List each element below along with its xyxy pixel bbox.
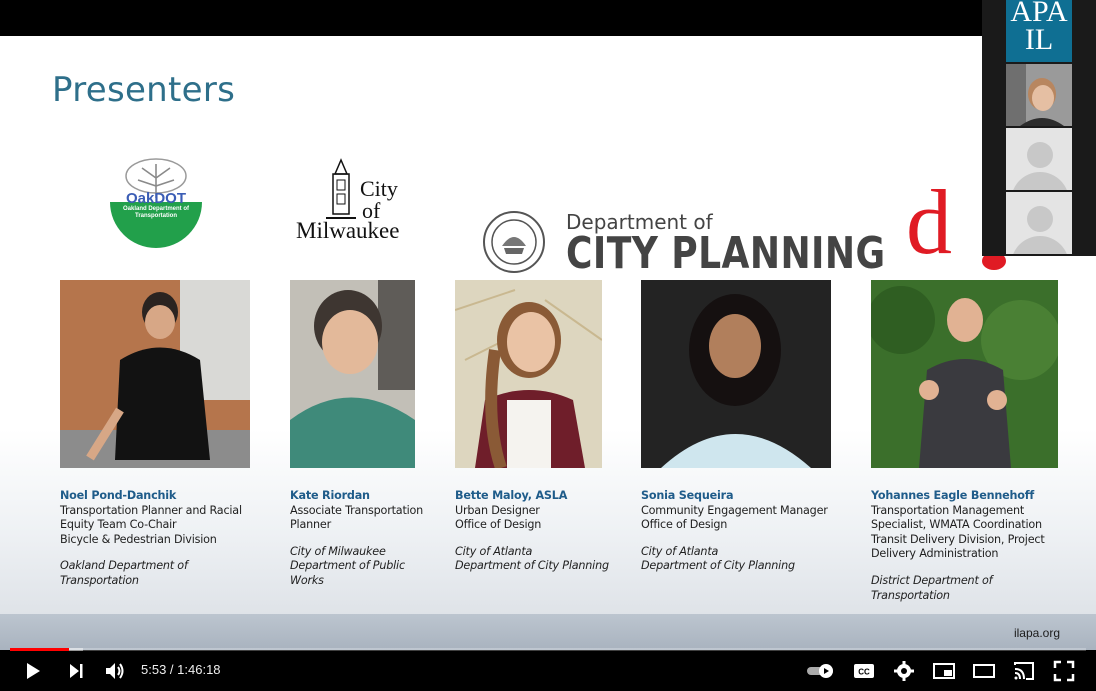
presenter-name: Sonia Sequeira	[641, 489, 734, 502]
presenter-title-line: Urban Designer	[455, 503, 540, 517]
presenter-title-line: Community Engagement Manager	[641, 503, 828, 517]
video-player[interactable]: Presenters OakDOT Oakland Department of …	[0, 0, 1096, 691]
presenter-org-line: Works	[290, 573, 324, 587]
cast-button[interactable]	[1010, 657, 1038, 685]
presenter-org-line: Oakland Department of	[60, 559, 188, 573]
fullscreen-button[interactable]	[1050, 657, 1078, 685]
autoplay-toggle-icon	[807, 664, 833, 678]
oakdot-name: OakDOT	[125, 190, 186, 207]
presenter-title-line: Delivery Administration	[871, 547, 999, 561]
presenter-bio-3: Bette Maloy, ASLA Urban Designer Office …	[455, 489, 625, 574]
presenter-name: Bette Maloy, ASLA	[455, 489, 568, 502]
oakdot-logo: OakDOT Oakland Department of Transportat…	[110, 156, 202, 248]
milwaukee-name-text: Milwaukee	[296, 218, 400, 243]
presenter-title-line: Transportation Planner and Racial	[60, 503, 242, 517]
presenter-org-line: City of Milwaukee	[290, 544, 386, 558]
presenter-name: Kate Riordan	[290, 489, 370, 502]
theater-button[interactable]	[970, 657, 998, 685]
presenter-bio-4: Sonia Sequeira Community Engagement Mana…	[641, 489, 841, 574]
duration: 1:46:18	[177, 662, 221, 677]
volume-button[interactable]	[101, 657, 129, 685]
gear-icon	[894, 661, 914, 681]
time-display: 5:53 / 1:46:18	[141, 662, 221, 677]
presenter-title-line: Associate Transportation	[290, 503, 424, 517]
presenter-title-line: Bicycle & Pedestrian Division	[60, 532, 217, 546]
presenter-photo-2	[290, 280, 415, 468]
presenter-name: Yohannes Eagle Bennehoff	[871, 489, 1035, 502]
current-time: 5:53	[141, 662, 167, 677]
presenter-title-line: Planner	[290, 518, 331, 532]
presentation-slide: Presenters OakDOT Oakland Department of …	[0, 36, 1096, 614]
captions-button[interactable]: CC	[850, 657, 878, 685]
presenter-org-line: City of Atlanta	[455, 544, 533, 558]
miniplayer-icon	[933, 663, 955, 679]
volume-icon	[106, 663, 124, 679]
play-icon	[27, 663, 40, 679]
settings-button[interactable]	[890, 657, 918, 685]
presenter-bio-2: Kate Riordan Associate Transportation Pl…	[290, 489, 430, 589]
slide-title: Presenters	[52, 70, 236, 110]
presenter-org-line: Transportation	[871, 588, 950, 602]
next-icon	[70, 664, 83, 678]
presenter-org-line: Department of City Planning	[455, 559, 609, 573]
oakdot-subtitle: Oakland Department of Transportation	[122, 206, 189, 219]
participant-camera-tile	[1006, 64, 1072, 126]
player-controls: 5:53 / 1:46:18 CC	[0, 651, 1096, 691]
dcp-city-planning-text: CITY PLANNING	[566, 228, 886, 279]
cast-icon	[1014, 662, 1034, 680]
presenter-photo-5	[871, 280, 1058, 468]
slide-footer: ilapa.org	[0, 614, 1096, 650]
presenter-bio-5: Yohannes Eagle Bennehoff Transportation …	[871, 489, 1071, 603]
presenter-title-line: Office of Design	[641, 518, 728, 532]
presenter-org-line: Department of City Planning	[641, 559, 795, 573]
participant-placeholder-tile	[1006, 192, 1072, 254]
presenter-org-line: District Department of	[871, 573, 993, 587]
next-button[interactable]	[62, 657, 90, 685]
ddot-letter: d	[906, 171, 952, 273]
play-button[interactable]	[18, 657, 46, 685]
participants-panel: APA IL	[982, 0, 1096, 256]
atlanta-seal-icon	[483, 211, 545, 273]
city-hall-icon	[326, 158, 356, 219]
fullscreen-icon	[1053, 660, 1075, 682]
apa-logo-bottom: IL	[1024, 23, 1054, 56]
presenter-title-line: Equity Team Co-Chair	[60, 518, 177, 532]
presenter-name: Noel Pond-Danchik	[60, 489, 177, 502]
miniplayer-button[interactable]	[930, 657, 958, 685]
user-avatar-icon	[1027, 206, 1053, 232]
presenter-photo-4	[641, 280, 831, 468]
participant-placeholder-tile	[1006, 128, 1072, 190]
presenter-title-line: Transportation Management	[871, 503, 1025, 517]
captions-icon: CC	[854, 664, 874, 678]
milwaukee-logo: City of Milwaukee	[296, 158, 408, 243]
presenter-photo-1	[60, 280, 250, 468]
presenter-bio-1: Noel Pond-Danchik Transportation Planner…	[60, 489, 260, 589]
apa-il-logo-tile: APA IL	[1006, 0, 1072, 62]
autoplay-toggle[interactable]	[805, 657, 837, 685]
presenter-org-line: Transportation	[60, 573, 139, 587]
presenter-title-line: Specialist, WMATA Coordination	[871, 518, 1042, 532]
presenter-org-line: City of Atlanta	[641, 544, 719, 558]
svg-text:CC: CC	[858, 668, 870, 677]
presenter-photo-3	[455, 280, 602, 468]
presenter-org-line: Department of Public	[290, 559, 405, 573]
footer-url: ilapa.org	[1013, 626, 1060, 640]
presenter-title-line: Office of Design	[455, 518, 542, 532]
user-avatar-icon	[1027, 142, 1053, 168]
presenter-title-line: Transit Delivery Division, Project	[871, 532, 1045, 546]
theater-icon	[973, 664, 995, 678]
